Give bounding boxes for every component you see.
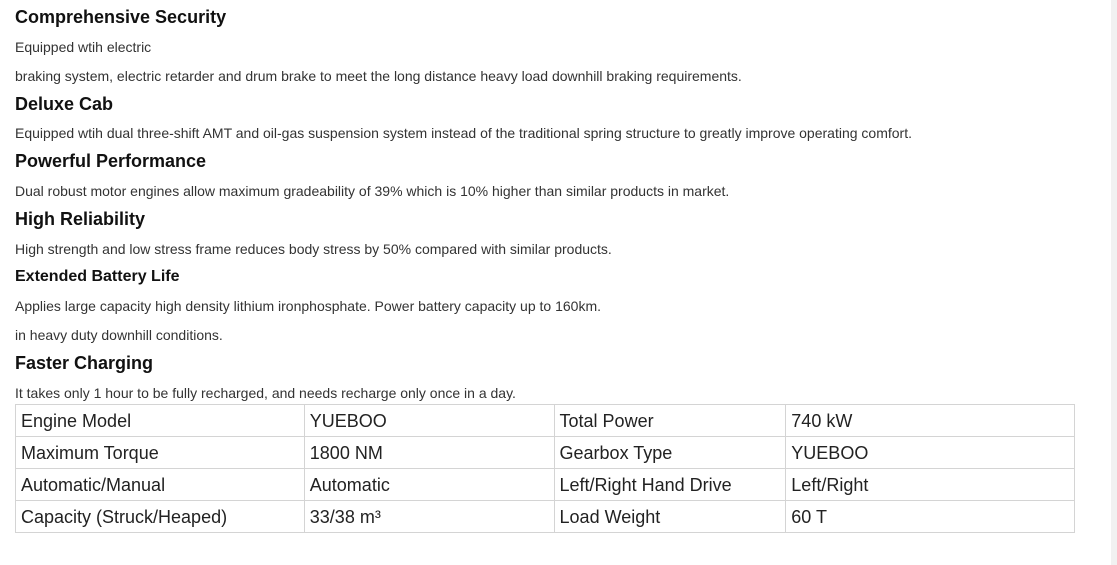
- spec-label: Gearbox Type: [553, 436, 787, 469]
- page-scrollbar[interactable]: [1111, 0, 1117, 565]
- spec-value: 60 T: [785, 500, 1075, 533]
- section-text-extended-battery-life-2: in heavy duty downhill conditions.: [15, 327, 223, 343]
- spec-label: Engine Model: [15, 404, 305, 437]
- section-heading-high-reliability: High Reliability: [15, 209, 146, 229]
- section-text-extended-battery-life-1: Applies large capacity high density lith…: [15, 298, 601, 314]
- spec-label: Maximum Torque: [15, 436, 305, 469]
- spec-value: Left/Right: [785, 468, 1075, 501]
- section-text-comprehensive-security-1: Equipped wtih electric: [15, 39, 152, 55]
- section-text-comprehensive-security-2: braking system, electric retarder and dr…: [15, 68, 742, 84]
- spec-label: Automatic/Manual: [15, 468, 305, 501]
- section-heading-faster-charging: Faster Charging: [15, 353, 154, 373]
- spec-label: Load Weight: [553, 500, 787, 533]
- spec-value: YUEBOO: [785, 436, 1075, 469]
- spec-value: 1800 NM: [303, 436, 555, 469]
- section-text-high-reliability: High strength and low stress frame reduc…: [15, 241, 612, 257]
- section-text-faster-charging: It takes only 1 hour to be fully recharg…: [15, 385, 516, 401]
- section-text-powerful-performance: Dual robust motor engines allow maximum …: [15, 183, 730, 199]
- section-heading-powerful-performance: Powerful Performance: [15, 151, 207, 171]
- spec-value: 33/38 m³: [303, 500, 555, 533]
- section-text-deluxe-cab: Equipped wtih dual three-shift AMT and o…: [15, 125, 912, 141]
- spec-value: Automatic: [303, 468, 555, 501]
- table-row: Engine Model YUEBOO Total Power 740 kW: [15, 404, 1075, 437]
- specifications-table: Engine Model YUEBOO Total Power 740 kW M…: [15, 404, 1075, 533]
- table-row: Automatic/Manual Automatic Left/Right Ha…: [15, 468, 1075, 501]
- spec-value: 740 kW: [785, 404, 1075, 437]
- spec-value: YUEBOO: [303, 404, 555, 437]
- table-row: Capacity (Struck/Heaped) 33/38 m³ Load W…: [15, 500, 1075, 533]
- spec-label: Left/Right Hand Drive: [553, 468, 787, 501]
- section-heading-comprehensive-security: Comprehensive Security: [15, 7, 227, 27]
- section-heading-extended-battery-life: Extended Battery Life: [15, 268, 180, 285]
- spec-label: Total Power: [553, 404, 787, 437]
- table-row: Maximum Torque 1800 NM Gearbox Type YUEB…: [15, 436, 1075, 469]
- section-heading-deluxe-cab: Deluxe Cab: [15, 94, 114, 114]
- spec-label: Capacity (Struck/Heaped): [15, 500, 305, 533]
